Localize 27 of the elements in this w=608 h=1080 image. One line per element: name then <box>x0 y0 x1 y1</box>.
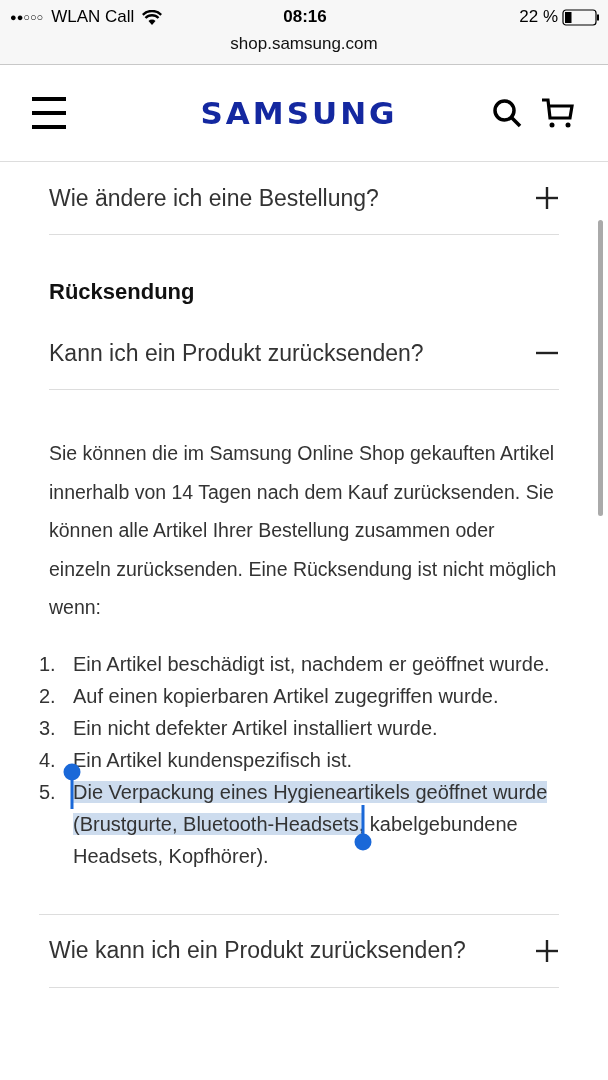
plus-icon[interactable] <box>535 938 559 963</box>
list-item-text: Ein Artikel kundenspezifisch ist. <box>73 747 354 773</box>
clock: 08:16 <box>283 7 327 27</box>
wifi-icon <box>142 9 163 25</box>
list-item-text: Ein nicht defekter Artikel installiert wurde. <box>73 715 439 741</box>
list-number: 1. <box>39 651 57 677</box>
faq-question[interactable]: Kann ich ein Produkt zurücksenden? <box>49 339 424 367</box>
list-item-text: Auf einen kopierbaren Artikel zugegriffen wurde. <box>73 683 500 709</box>
cart-icon[interactable] <box>542 98 574 128</box>
list-item-text: Ein Artikel beschädigt ist, nachdem er geöffnet wurde. <box>73 651 551 677</box>
plus-icon[interactable] <box>535 186 559 210</box>
faq-question[interactable]: Wie ändere ich eine Bestellung? <box>49 184 379 212</box>
list-number: 2. <box>39 683 57 709</box>
menu-icon[interactable] <box>32 97 66 129</box>
battery-percent: 22 % <box>519 7 558 27</box>
samsung-logo[interactable]: SAMSUNG <box>106 95 492 131</box>
list-number: 5. <box>39 779 57 805</box>
url-text[interactable]: shop.samsung.com <box>0 34 608 54</box>
list-number: 3. <box>39 715 57 741</box>
answer-paragraph: Sie können die im Samsung Online Shop gekauften Artikel innerhalb von 14 Tagen nach dem Kauf zurücksenden. Sie können alle Artikel Ihrer Bestellung zusammen oder einzeln zurücksenden. Eine Rücksendung ist nicht möglich wenn: <box>49 441 558 620</box>
battery-icon <box>562 8 600 26</box>
list-number: 4. <box>39 747 57 773</box>
section-heading: Rücksendung <box>49 278 196 306</box>
signal-dots: ●●○○○ <box>10 11 44 23</box>
faq-question[interactable]: Wie kann ich ein Produkt zurücksenden? <box>49 937 466 964</box>
carrier-label: WLAN Call <box>51 7 135 27</box>
search-icon[interactable] <box>492 98 522 128</box>
